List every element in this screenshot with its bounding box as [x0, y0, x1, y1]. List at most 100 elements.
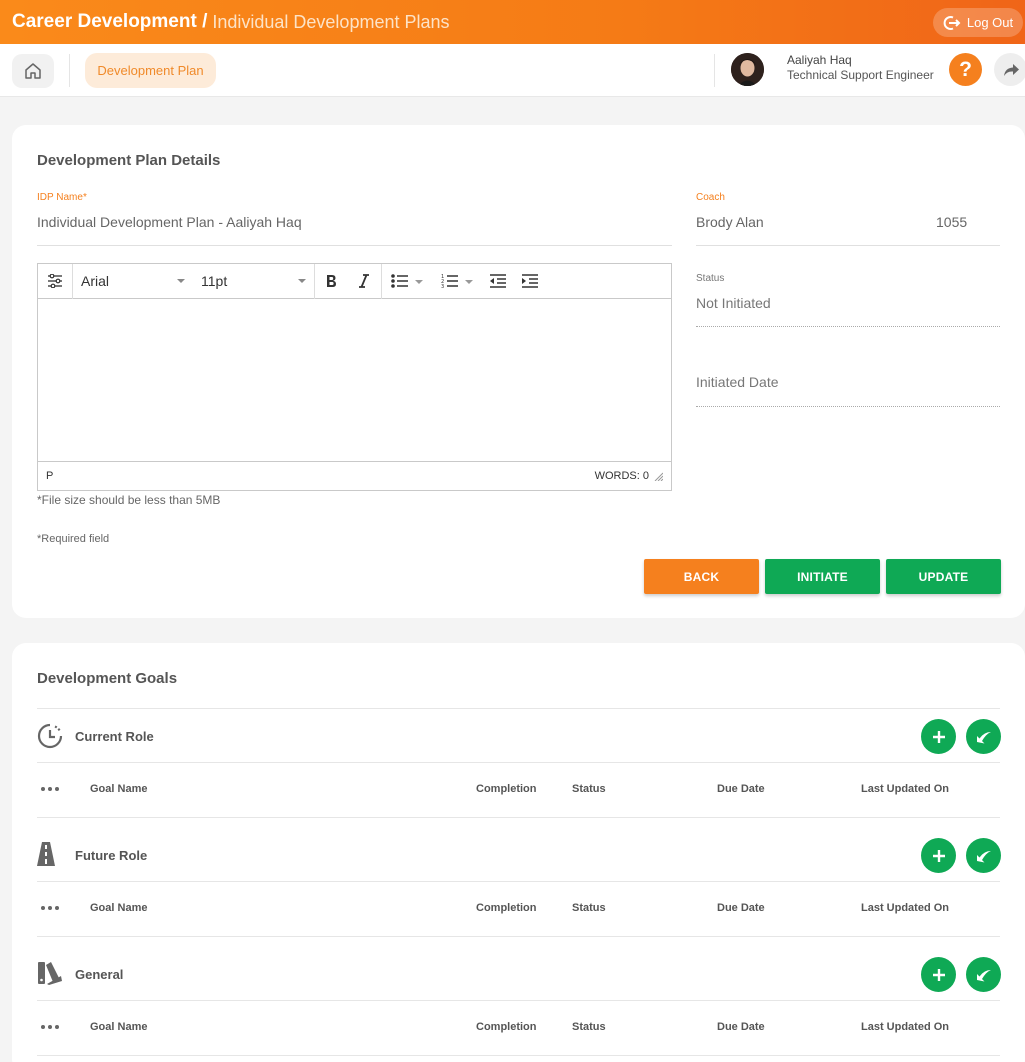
section-title: Future Role [75, 848, 148, 863]
section-future-role: Future Role [37, 828, 1001, 881]
more-options-icon[interactable] [41, 906, 59, 910]
initiate-button[interactable]: INITIATE [765, 559, 880, 594]
toolbar-toggle-button[interactable] [38, 263, 73, 299]
word-count: WORDS: 0 [594, 470, 649, 482]
column-goal-name[interactable]: Goal Name [90, 783, 147, 795]
column-due-date[interactable]: Due Date [717, 1021, 765, 1033]
plus-icon [932, 849, 945, 862]
column-last-updated[interactable]: Last Updated On [861, 783, 949, 795]
logout-button[interactable]: Log Out [933, 8, 1023, 37]
sliders-icon [48, 274, 62, 288]
home-icon [25, 63, 41, 79]
status-value: Not Initiated [696, 295, 771, 311]
column-goal-name[interactable]: Goal Name [90, 1021, 147, 1033]
bullet-list-button[interactable] [382, 264, 432, 299]
divider [37, 936, 1000, 937]
plus-icon [932, 968, 945, 981]
column-due-date[interactable]: Due Date [717, 902, 765, 914]
reply-arrow-icon [976, 850, 991, 862]
reply-arrow-icon [976, 731, 991, 743]
column-status[interactable]: Status [572, 902, 606, 914]
help-button[interactable]: ? [949, 53, 982, 86]
section-title: General [75, 967, 124, 982]
input-underline [696, 245, 1000, 246]
plus-icon [932, 730, 945, 743]
road-icon [37, 842, 55, 866]
avatar-photo-icon [731, 53, 764, 86]
share-button[interactable] [994, 53, 1025, 86]
back-button[interactable]: BACK [644, 559, 759, 594]
home-button[interactable] [12, 54, 54, 88]
input-underline [696, 406, 1000, 407]
column-last-updated[interactable]: Last Updated On [861, 1021, 949, 1033]
share-arrow-icon [1003, 63, 1019, 76]
file-size-note: *File size should be less than 5MB [37, 493, 221, 507]
add-goal-button[interactable] [921, 719, 956, 754]
add-goal-button[interactable] [921, 957, 956, 992]
chevron-down-icon [177, 279, 185, 283]
rich-text-editor: Arial 11pt 1 2 3 P WORDS: 0 [37, 263, 672, 491]
italic-icon [359, 274, 369, 288]
column-completion[interactable]: Completion [476, 1021, 537, 1033]
bold-button[interactable] [315, 264, 347, 299]
column-status[interactable]: Status [572, 1021, 606, 1033]
more-options-icon[interactable] [41, 787, 59, 791]
font-family-value: Arial [81, 273, 110, 289]
column-completion[interactable]: Completion [476, 783, 537, 795]
column-goal-name[interactable]: Goal Name [90, 902, 147, 914]
section-general: General [37, 947, 1001, 1000]
import-goal-button[interactable] [966, 838, 1001, 873]
import-goal-button[interactable] [966, 719, 1001, 754]
user-name: Aaliyah Haq [787, 53, 852, 67]
development-goals-card: Development Goals Current Role Goal Name… [12, 643, 1025, 1062]
import-goal-button[interactable] [966, 957, 1001, 992]
logout-icon [943, 15, 961, 30]
chevron-down-icon [298, 279, 306, 283]
app-title: Career Development / [12, 11, 208, 32]
required-field-note: *Required field [37, 533, 110, 545]
column-due-date[interactable]: Due Date [717, 783, 765, 795]
status-label: Status [696, 273, 725, 284]
numbered-list-button[interactable]: 1 2 3 [432, 264, 482, 299]
tab-development-plan[interactable]: Development Plan [85, 53, 216, 88]
goals-table-header: Goal Name Completion Status Due Date Las… [37, 1001, 1000, 1055]
section-current-role: Current Role [37, 709, 1001, 762]
logout-label: Log Out [966, 15, 1014, 30]
goals-table-header: Goal Name Completion Status Due Date Las… [37, 882, 1000, 936]
indent-button[interactable] [514, 264, 546, 299]
idp-name-label: IDP Name* [37, 192, 87, 203]
sub-navigation: Development Plan Aaliyah Haq Technical S… [0, 44, 1025, 97]
outdent-icon [490, 274, 506, 288]
column-status[interactable]: Status [572, 783, 606, 795]
resize-handle-icon[interactable] [653, 471, 663, 481]
italic-button[interactable] [347, 263, 382, 299]
numbered-list-icon: 1 2 3 [441, 274, 473, 289]
bold-icon [327, 275, 336, 287]
bullet-list-icon [391, 274, 423, 288]
app-header: Career Development / Individual Developm… [0, 0, 1025, 44]
divider [37, 1055, 1000, 1056]
swatch-icon [38, 962, 62, 985]
editor-statusbar: P WORDS: 0 [38, 461, 671, 490]
column-last-updated[interactable]: Last Updated On [861, 902, 949, 914]
avatar[interactable] [731, 53, 764, 86]
goals-table-header: Goal Name Completion Status Due Date Las… [37, 763, 1000, 817]
column-completion[interactable]: Completion [476, 902, 537, 914]
coach-name: Brody Alan [696, 214, 764, 230]
coach-label: Coach [696, 192, 725, 203]
section-title: Current Role [75, 729, 154, 744]
update-button[interactable]: UPDATE [886, 559, 1001, 594]
initiated-date-input[interactable]: Initiated Date [696, 374, 779, 390]
outdent-button[interactable] [482, 264, 514, 299]
development-goals-title: Development Goals [37, 670, 178, 687]
idp-name-input[interactable]: Individual Development Plan - Aaliyah Ha… [37, 214, 302, 230]
more-options-icon[interactable] [41, 1025, 59, 1029]
font-family-select[interactable]: Arial [73, 264, 193, 299]
font-size-value: 11pt [201, 273, 228, 289]
add-goal-button[interactable] [921, 838, 956, 873]
plan-details-card: Development Plan Details IDP Name* Indiv… [12, 125, 1025, 618]
font-size-select[interactable]: 11pt [193, 263, 315, 299]
editor-toolbar: Arial 11pt 1 2 3 [38, 263, 671, 299]
coach-id: 1055 [936, 214, 968, 230]
editor-content-area[interactable] [38, 299, 671, 461]
